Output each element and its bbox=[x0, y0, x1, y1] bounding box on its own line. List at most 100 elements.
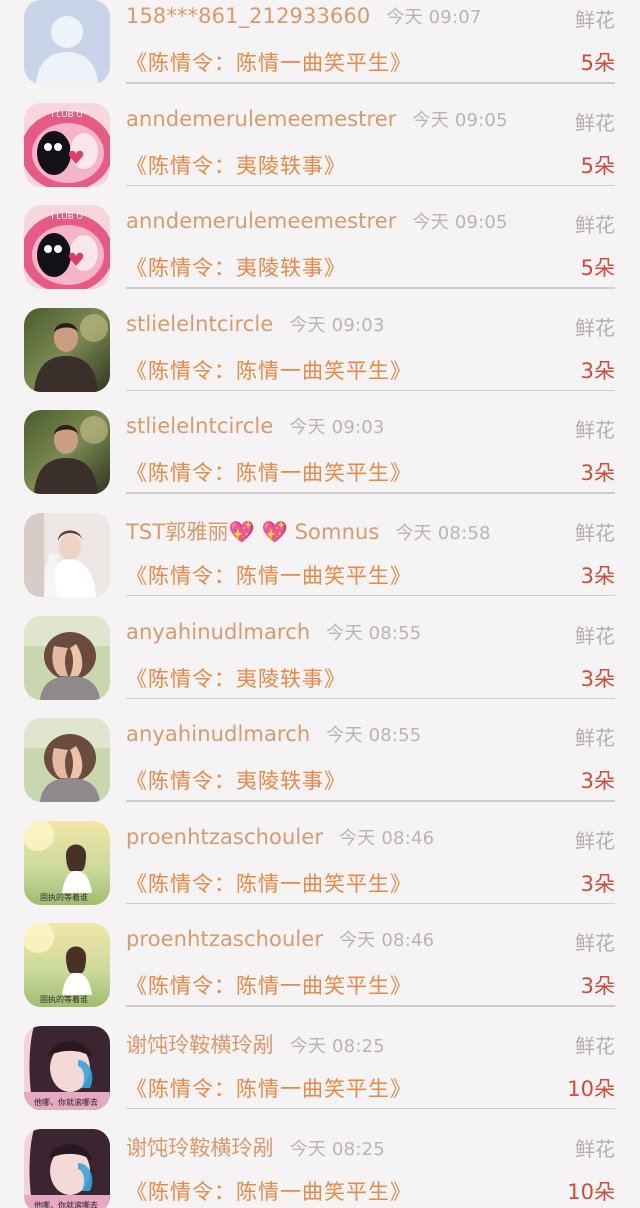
user-name[interactable]: 谢饨玲鞍横玲剐 今天 08:25 bbox=[126, 1029, 385, 1059]
gift-type: 鲜花 bbox=[575, 623, 615, 648]
user-name[interactable]: TST郭雅丽💖 💖 Somnus 今天 08:58 bbox=[126, 516, 491, 546]
user-name[interactable]: proenhtzaschouler 今天 08:46 bbox=[126, 926, 434, 952]
work-title[interactable]: 《陈情令：夷陵轶事》 bbox=[126, 765, 346, 795]
svg-text:固执的等着谁: 固执的等着谁 bbox=[40, 892, 88, 902]
divider bbox=[126, 492, 615, 494]
timestamp: 今天 08:46 bbox=[339, 827, 435, 849]
gift-record-list: 158***861_212933660 今天 09:07 鲜花 《陈情令：陈情一曲… bbox=[0, 0, 640, 1208]
user-name[interactable]: stlielelntcircle 今天 09:03 bbox=[126, 311, 385, 337]
gift-count: 10朵 bbox=[567, 1076, 615, 1101]
gift-count: 3朵 bbox=[580, 666, 615, 691]
list-item[interactable]: stlielelntcircle 今天 09:03 鲜花 《陈情令：陈情一曲笑平生… bbox=[0, 291, 640, 394]
gift-type: 鲜花 bbox=[575, 931, 615, 956]
list-item[interactable]: 固执的等着谁 proenhtzaschouler 今天 08:46 鲜花 《陈情令… bbox=[0, 804, 640, 907]
gift-count: 5朵 bbox=[580, 153, 615, 178]
timestamp: 今天 09:03 bbox=[289, 417, 385, 439]
gift-count: 10朵 bbox=[567, 1179, 615, 1204]
avatar[interactable]: I LUB U bbox=[24, 205, 110, 290]
list-item[interactable]: 他哪，你就滚哪去 谢饨玲鞍横玲剐 今天 08:25 鲜花 《陈情令：陈情一曲笑平生… bbox=[0, 1009, 640, 1112]
user-name[interactable]: anyahinudlmarch 今天 08:55 bbox=[126, 619, 421, 645]
timestamp: 今天 09:05 bbox=[412, 109, 508, 131]
svg-text:固执的等着谁: 固执的等着谁 bbox=[40, 994, 88, 1004]
timestamp: 今天 09:07 bbox=[386, 7, 482, 28]
gift-count: 3朵 bbox=[580, 461, 615, 486]
gift-count: 5朵 bbox=[580, 256, 615, 281]
gift-type: 鲜花 bbox=[575, 213, 615, 238]
work-title[interactable]: 《陈情令：夷陵轶事》 bbox=[126, 252, 346, 282]
list-item[interactable]: I LUB U anndemerulemeemestrer 今天 09:05 鲜花… bbox=[0, 86, 640, 189]
timestamp: 今天 08:25 bbox=[289, 1035, 385, 1057]
user-name[interactable]: anndemerulemeemestrer 今天 09:05 bbox=[126, 208, 508, 234]
user-name[interactable]: anyahinudlmarch 今天 08:55 bbox=[126, 721, 421, 747]
divider bbox=[126, 1107, 615, 1110]
gift-count: 3朵 bbox=[580, 563, 615, 588]
work-title[interactable]: 《陈情令：陈情一曲笑平生》 bbox=[126, 1176, 412, 1206]
user-name[interactable]: 158***861_212933660 今天 09:07 bbox=[126, 3, 482, 29]
divider bbox=[126, 82, 615, 84]
work-title[interactable]: 《陈情令：陈情一曲笑平生》 bbox=[126, 355, 412, 385]
avatar[interactable] bbox=[24, 512, 110, 597]
svg-text:I LUB U: I LUB U bbox=[51, 211, 83, 221]
work-title[interactable]: 《陈情令：陈情一曲笑平生》 bbox=[126, 868, 412, 898]
gift-count: 3朵 bbox=[580, 871, 615, 896]
work-title[interactable]: 《陈情令：陈情一曲笑平生》 bbox=[126, 560, 412, 590]
list-item[interactable]: anyahinudlmarch 今天 08:55 鲜花 《陈情令：夷陵轶事》 3朵 bbox=[0, 599, 640, 702]
divider bbox=[126, 697, 615, 700]
gift-count: 3朵 bbox=[580, 358, 615, 383]
timestamp: 今天 09:05 bbox=[412, 212, 508, 234]
timestamp: 今天 08:46 bbox=[339, 930, 435, 952]
gift-type: 鲜花 bbox=[575, 1033, 615, 1058]
gift-type: 鲜花 bbox=[575, 828, 615, 853]
user-name[interactable]: anndemerulemeemestrer 今天 09:05 bbox=[126, 106, 508, 132]
list-item[interactable]: anyahinudlmarch 今天 08:55 鲜花 《陈情令：夷陵轶事》 3朵 bbox=[0, 701, 640, 804]
user-name[interactable]: stlielelntcircle 今天 09:03 bbox=[126, 413, 385, 439]
timestamp: 今天 08:55 bbox=[326, 725, 422, 747]
gift-type: 鲜花 bbox=[575, 418, 615, 443]
list-item[interactable]: stlielelntcircle 今天 09:03 鲜花 《陈情令：陈情一曲笑平生… bbox=[0, 393, 640, 496]
svg-text:他哪，你就滚哪去: 他哪，你就滚哪去 bbox=[34, 1097, 98, 1107]
list-item[interactable]: TST郭雅丽💖 💖 Somnus 今天 08:58 鲜花 《陈情令：陈情一曲笑平生… bbox=[0, 496, 640, 599]
timestamp: 今天 08:55 bbox=[326, 622, 422, 644]
gift-type: 鲜花 bbox=[575, 110, 615, 135]
divider bbox=[126, 287, 615, 289]
list-item[interactable]: 固执的等着谁 proenhtzaschouler 今天 08:46 鲜花 《陈情令… bbox=[0, 906, 640, 1009]
divider bbox=[126, 184, 615, 187]
work-title[interactable]: 《陈情令：夷陵轶事》 bbox=[126, 663, 346, 693]
gift-count: 3朵 bbox=[580, 769, 615, 794]
divider bbox=[126, 1005, 615, 1007]
avatar[interactable] bbox=[24, 615, 110, 700]
timestamp: 今天 08:25 bbox=[289, 1138, 385, 1160]
list-item[interactable]: 158***861_212933660 今天 09:07 鲜花 《陈情令：陈情一曲… bbox=[0, 0, 640, 86]
avatar[interactable]: 他哪，你就滚哪去 bbox=[24, 1128, 110, 1208]
gift-type: 鲜花 bbox=[575, 726, 615, 751]
avatar[interactable] bbox=[24, 410, 110, 495]
gift-type: 鲜花 bbox=[575, 520, 615, 545]
list-item[interactable]: 他哪，你就滚哪去 谢饨玲鞍横玲剐 今天 08:25 鲜花 《陈情令：陈情一曲笑平生… bbox=[0, 1112, 640, 1208]
gift-type: 鲜花 bbox=[575, 8, 615, 32]
work-title[interactable]: 《陈情令：陈情一曲笑平生》 bbox=[126, 457, 412, 487]
timestamp: 今天 08:58 bbox=[395, 522, 491, 544]
work-title[interactable]: 《陈情令：陈情一曲笑平生》 bbox=[126, 970, 412, 1000]
gift-type: 鲜花 bbox=[575, 315, 615, 340]
work-title[interactable]: 《陈情令：陈情一曲笑平生》 bbox=[126, 47, 412, 77]
divider bbox=[126, 389, 615, 392]
list-item[interactable]: I LUB U anndemerulemeemestrer 今天 09:05 鲜花… bbox=[0, 188, 640, 291]
user-name[interactable]: 谢饨玲鞍横玲剐 今天 08:25 bbox=[126, 1132, 385, 1162]
avatar[interactable]: I LUB U bbox=[24, 102, 110, 187]
avatar[interactable] bbox=[24, 0, 110, 84]
svg-text:I LUB U: I LUB U bbox=[51, 109, 83, 119]
avatar[interactable]: 他哪，你就滚哪去 bbox=[24, 1025, 110, 1110]
gift-count: 3朵 bbox=[580, 974, 615, 999]
avatar[interactable]: 固执的等着谁 bbox=[24, 923, 110, 1008]
user-name[interactable]: proenhtzaschouler 今天 08:46 bbox=[126, 824, 434, 850]
work-title[interactable]: 《陈情令：陈情一曲笑平生》 bbox=[126, 1073, 412, 1103]
timestamp: 今天 09:03 bbox=[289, 314, 385, 336]
avatar[interactable] bbox=[24, 718, 110, 803]
divider bbox=[126, 594, 615, 597]
work-title[interactable]: 《陈情令：夷陵轶事》 bbox=[126, 150, 346, 180]
gift-count: 5朵 bbox=[580, 51, 615, 75]
divider bbox=[126, 902, 615, 905]
divider bbox=[126, 800, 615, 802]
avatar[interactable]: 固执的等着谁 bbox=[24, 820, 110, 905]
avatar[interactable] bbox=[24, 307, 110, 392]
